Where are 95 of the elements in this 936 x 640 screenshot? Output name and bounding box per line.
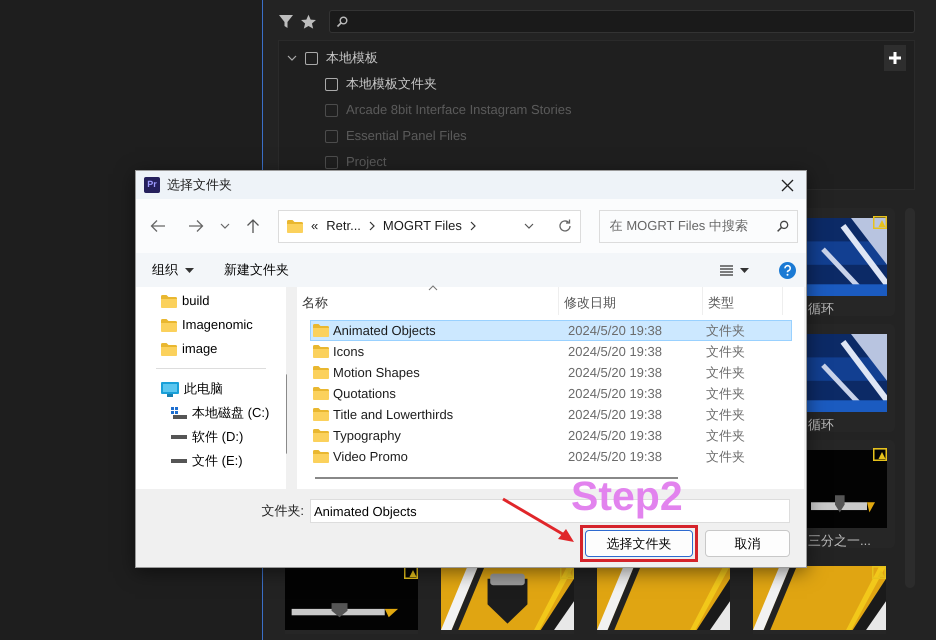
- refresh-icon: [558, 219, 572, 233]
- nav-item[interactable]: build: [136, 289, 286, 313]
- list-view-icon: [720, 264, 733, 276]
- back-arrow-icon: [150, 219, 166, 233]
- file-type: 文件夹: [705, 426, 746, 445]
- file-name: Motion Shapes: [333, 364, 420, 382]
- help-icon[interactable]: [779, 262, 796, 278]
- sort-icon: [428, 285, 438, 291]
- caret-icon: [740, 268, 749, 272]
- search-field[interactable]: [329, 10, 915, 33]
- breadcrumb-item[interactable]: MOGRT Files: [382, 216, 462, 236]
- file-row[interactable]: Motion Shapes 2024/5/20 19:38 文件夹: [310, 362, 792, 383]
- file-name: Typography: [333, 426, 401, 445]
- file-name: Animated Objects: [333, 322, 436, 340]
- tree-item-label: 本地模板: [326, 49, 378, 68]
- search-input[interactable]: 在 MOGRT Files 中搜索: [608, 215, 776, 237]
- tree-item-label: Essential Panel Files: [346, 127, 467, 146]
- folder-icon: [313, 345, 329, 358]
- new-folder-button[interactable]: 新建文件夹: [218, 258, 295, 282]
- folder-icon: [313, 429, 329, 442]
- file-type: 文件夹: [705, 342, 746, 361]
- folder-icon: [313, 324, 329, 337]
- chevron-icon: [368, 221, 375, 231]
- address-bar[interactable]: « Retr... MOGRT Files: [278, 210, 581, 242]
- forward-arrow-icon: [188, 219, 204, 233]
- file-name: Video Promo: [333, 448, 408, 466]
- file-row[interactable]: Typography 2024/5/20 19:38 文件夹: [310, 425, 792, 446]
- nav-item[interactable]: Imagenomic: [136, 313, 286, 337]
- cancel-button[interactable]: 取消: [705, 530, 790, 557]
- column-header[interactable]: 类型: [703, 287, 783, 315]
- monitor-icon: [161, 382, 179, 396]
- organize-menu[interactable]: 组织: [146, 258, 200, 282]
- chevron-icon: [220, 223, 230, 229]
- nav-item[interactable]: 文件 (E:): [136, 449, 286, 473]
- folder-icon: [313, 450, 329, 463]
- file-name: Quotations: [333, 384, 396, 403]
- chevron-icon: [470, 221, 476, 231]
- file-date: 2024/5/20 19:38: [567, 322, 663, 340]
- folder-icon: [161, 294, 177, 308]
- file-row[interactable]: Title and Lowerthirds 2024/5/20 19:38 文件夹: [310, 404, 792, 425]
- tree-item-label: 本地模板文件夹: [346, 75, 437, 94]
- file-date: 2024/5/20 19:38: [567, 364, 663, 382]
- tree-item-label: Project: [346, 153, 386, 172]
- file-date: 2024/5/20 19:38: [567, 342, 663, 361]
- checkbox[interactable]: [305, 52, 318, 64]
- window-title: 选择文件夹: [167, 176, 232, 194]
- nav-item[interactable]: image: [136, 337, 286, 361]
- nav-item[interactable]: 本地磁盘 (C:): [136, 401, 286, 425]
- file-name: Title and Lowerthirds: [333, 406, 454, 424]
- folder-icon: [161, 318, 177, 332]
- star-icon[interactable]: [300, 14, 317, 30]
- file-row[interactable]: Video Promo 2024/5/20 19:38 文件夹: [310, 446, 792, 467]
- file-type: 文件夹: [705, 448, 746, 466]
- folder-icon: [287, 220, 303, 232]
- select-folder-button[interactable]: 选择文件夹: [585, 530, 693, 557]
- template-caption: 循环: [807, 416, 834, 434]
- file-type: 文件夹: [705, 406, 746, 424]
- folder-icon: [313, 408, 329, 421]
- nav-item[interactable]: 软件 (D:): [136, 425, 286, 449]
- file-row[interactable]: Quotations 2024/5/20 19:38 文件夹: [310, 383, 792, 404]
- folder-icon: [313, 366, 329, 379]
- file-type: 文件夹: [705, 384, 746, 403]
- nav-item[interactable]: 此电脑: [136, 377, 286, 401]
- tree-item-label: Arcade 8bit Interface Instagram Stories: [346, 101, 572, 120]
- checkbox[interactable]: [325, 78, 338, 90]
- column-header[interactable]: 名称: [297, 287, 559, 315]
- add-button[interactable]: [884, 45, 906, 71]
- file-row[interactable]: Icons 2024/5/20 19:38 文件夹: [310, 341, 792, 362]
- file-date: 2024/5/20 19:38: [567, 448, 663, 466]
- search-icon: [336, 16, 348, 28]
- breadcrumb-item[interactable]: Retr...: [326, 216, 361, 236]
- file-row[interactable]: Animated Objects 2024/5/20 19:38 文件夹: [310, 320, 792, 341]
- column-header[interactable]: 修改日期: [559, 287, 703, 315]
- plus-icon: [889, 52, 901, 64]
- dropdown-icon: [524, 223, 534, 229]
- file-type: 文件夹: [705, 364, 746, 382]
- template-caption: 循环: [807, 300, 834, 318]
- caret-icon: [185, 268, 194, 272]
- overflow-chevrons: «: [311, 217, 318, 236]
- app-icon: Pr: [144, 177, 160, 193]
- folder-icon: [313, 387, 329, 400]
- file-date: 2024/5/20 19:38: [567, 406, 663, 424]
- folder-icon: [161, 342, 177, 356]
- scrollbar[interactable]: [284, 374, 287, 454]
- up-arrow-icon: [246, 218, 260, 234]
- file-date: 2024/5/20 19:38: [567, 384, 663, 403]
- filter-icon[interactable]: [278, 14, 294, 30]
- scrollbar[interactable]: [315, 477, 678, 479]
- search-icon: [776, 220, 789, 232]
- file-type: 文件夹: [705, 322, 746, 340]
- close-icon: [781, 179, 794, 192]
- field-label: 文件夹:: [261, 502, 304, 520]
- file-date: 2024/5/20 19:38: [567, 426, 663, 445]
- file-name: Icons: [333, 342, 364, 361]
- template-caption: 三分之一...: [807, 532, 871, 550]
